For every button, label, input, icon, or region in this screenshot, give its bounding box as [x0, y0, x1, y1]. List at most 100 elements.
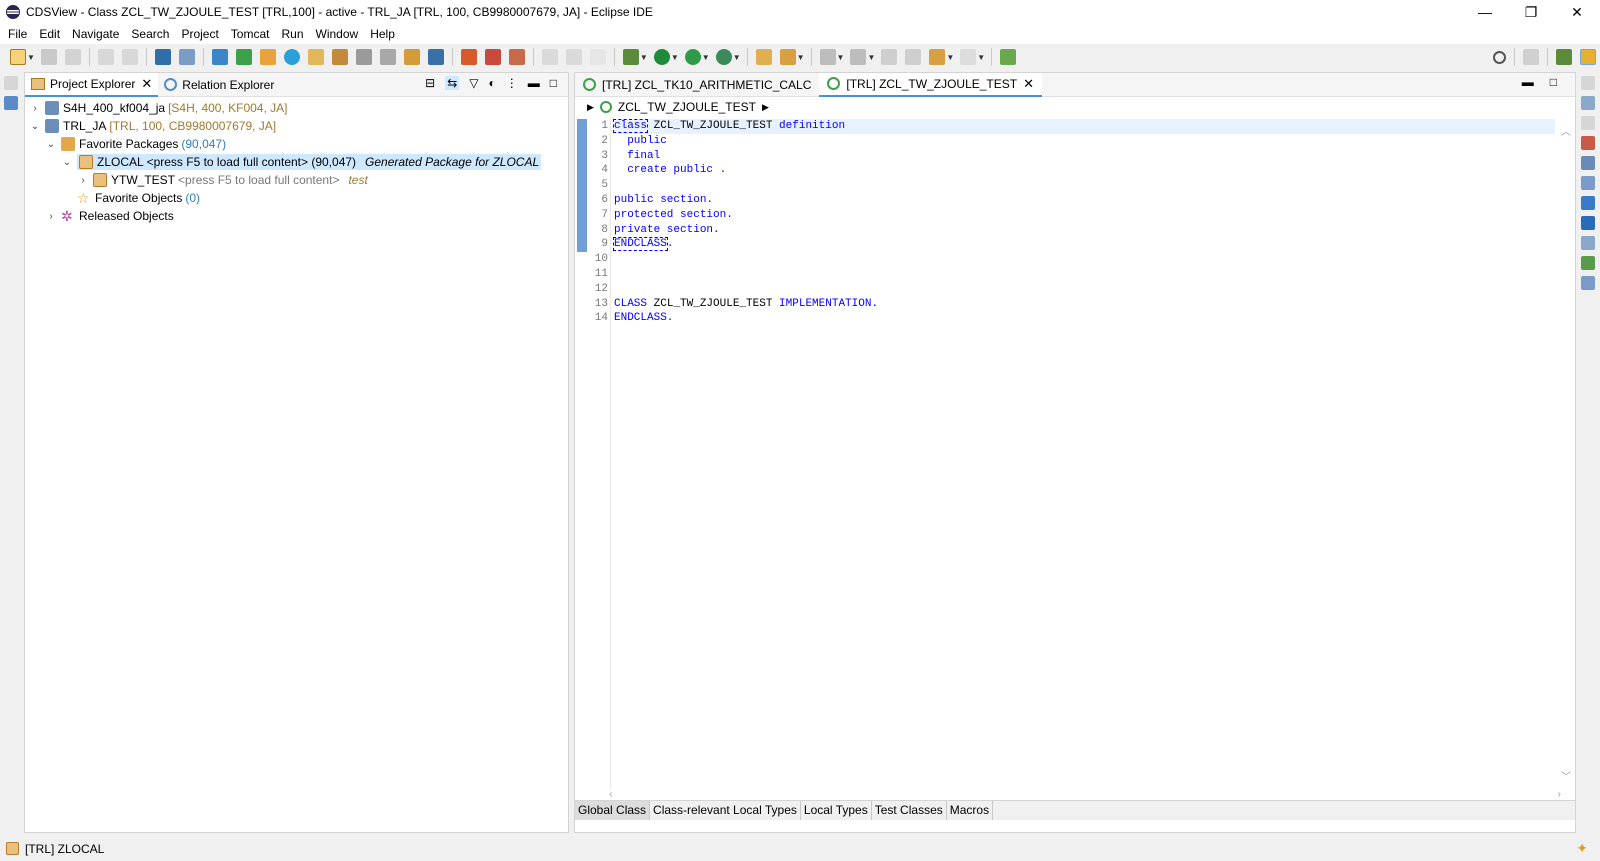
tree-item-released-objects[interactable]: › ✲ Released Objects [25, 207, 568, 225]
tab-zcl-tk10-arithmetic-calc[interactable]: [TRL] ZCL_TK10_ARITHMETIC_CALC [575, 73, 819, 97]
problems-icon[interactable] [1581, 136, 1595, 150]
expand-icon[interactable]: › [29, 103, 41, 114]
tree-item-zlocal[interactable]: ⌄ ZLOCAL <press F5 to load full content>… [25, 153, 568, 171]
collapse-all-icon[interactable]: ⊟ [425, 76, 435, 90]
code-line[interactable]: final [614, 149, 1555, 164]
toggle-icon[interactable]: ◐ [489, 76, 496, 90]
dropdown-arrow-icon[interactable]: ▼ [867, 53, 875, 62]
undo-icon[interactable] [97, 49, 114, 65]
code-line[interactable]: class ZCL_TW_ZJOULE_TEST definition [612, 119, 1555, 134]
save-icon[interactable] [40, 49, 57, 65]
dropdown-arrow-icon[interactable]: ▼ [797, 53, 805, 62]
code-line[interactable]: public section. [614, 193, 1555, 208]
code-area[interactable]: 1 2 3 4 5 6 7 8 9 10 11 12 13 14 class Z… [575, 119, 1555, 789]
tree-item-favorite-objects[interactable]: ☆ Favorite Objects (0) [25, 189, 568, 207]
collapse-icon[interactable]: ⌄ [29, 121, 41, 132]
filter-icon[interactable]: ▽ [469, 76, 478, 90]
unit-test-icon[interactable] [1581, 256, 1595, 270]
open-task-icon[interactable] [779, 49, 796, 65]
dropdown-arrow-icon[interactable]: ▼ [733, 53, 741, 62]
tree-item-ytw-test[interactable]: › YTW_TEST <press F5 to load full conten… [25, 171, 568, 189]
tab-class-relevant-local-types[interactable]: Class-relevant Local Types [650, 801, 801, 820]
new-file-icon[interactable] [10, 49, 26, 65]
vertical-scrollbar[interactable]: ︿ ﹀ [1559, 123, 1573, 783]
tab-project-explorer[interactable]: Project Explorer ✕ [25, 72, 159, 97]
toggle-mark-icon[interactable] [541, 49, 558, 65]
code-line[interactable] [614, 282, 1555, 297]
maximize-view-icon[interactable]: □ [550, 76, 557, 90]
collapse-icon[interactable]: ⌄ [45, 139, 57, 150]
menu-run[interactable]: Run [275, 27, 309, 41]
tasks-icon[interactable] [1581, 276, 1595, 290]
tree-item-s4h[interactable]: › S4H_400_kf004_ja [S4H, 400, KF004, JA] [25, 99, 568, 117]
minimize-editor-icon[interactable]: ▬ [1522, 75, 1534, 89]
breadcrumb-arrow-icon[interactable]: ▶ [587, 102, 594, 113]
next-annotation-icon[interactable] [819, 49, 836, 65]
expand-icon[interactable]: › [77, 175, 89, 186]
tab-local-types[interactable]: Local Types [801, 801, 872, 820]
dropdown-arrow-icon[interactable]: ▼ [837, 53, 845, 62]
breadcrumb-arrow-icon[interactable]: ▶ [762, 102, 769, 113]
run-abap-icon[interactable] [235, 49, 252, 65]
open-abap-object-icon[interactable] [211, 49, 228, 65]
package-icon[interactable] [403, 49, 420, 65]
menu-help[interactable]: Help [364, 27, 401, 41]
run-icon[interactable] [653, 49, 670, 65]
tomcat-restart-icon[interactable] [508, 49, 525, 65]
tab-global-class[interactable]: Global Class [575, 801, 651, 820]
code-line[interactable]: CLASS ZCL_TW_ZJOULE_TEST IMPLEMENTATION. [614, 297, 1555, 312]
activate-icon[interactable] [307, 49, 324, 65]
dropdown-arrow-icon[interactable]: ▼ [27, 53, 35, 62]
activate-all-icon[interactable] [331, 49, 348, 65]
transport-icon[interactable] [355, 49, 372, 65]
breadcrumb-item[interactable]: ZCL_TW_ZJOULE_TEST [618, 100, 756, 114]
code-line[interactable] [614, 178, 1555, 193]
java-perspective-icon[interactable] [1556, 49, 1572, 65]
restore-view-icon[interactable] [1581, 76, 1595, 90]
connect-icon[interactable] [178, 49, 195, 65]
code-line[interactable]: ENDCLASS. [614, 311, 1555, 326]
code-text[interactable]: class ZCL_TW_ZJOULE_TEST definition publ… [611, 119, 1555, 789]
open-type-icon[interactable] [755, 49, 772, 65]
scroll-up-icon[interactable]: ︿ [1559, 123, 1573, 138]
transport-organizer-icon[interactable] [1581, 236, 1595, 250]
debug-icon[interactable] [622, 49, 639, 65]
dropdown-arrow-icon[interactable]: ▼ [671, 53, 679, 62]
external-tools-icon[interactable] [715, 49, 732, 65]
lightbulb-icon[interactable]: ✦ [1576, 840, 1588, 857]
maximize-editor-icon[interactable]: □ [1550, 75, 1557, 89]
menu-project[interactable]: Project [175, 27, 224, 41]
close-icon[interactable]: ✕ [1023, 76, 1034, 92]
tomcat-stop-icon[interactable] [484, 49, 501, 65]
redo-icon[interactable] [121, 49, 138, 65]
open-perspective-icon[interactable] [1523, 49, 1539, 65]
menu-edit[interactable]: Edit [33, 27, 66, 41]
close-window-button[interactable]: ✕ [1554, 0, 1600, 24]
save-all-icon[interactable] [64, 49, 81, 65]
block-selection-icon[interactable] [565, 49, 582, 65]
code-line[interactable]: private section. [614, 223, 1555, 238]
tree-item-favorite-packages[interactable]: ⌄ Favorite Packages (90,047) [25, 135, 568, 153]
menu-window[interactable]: Window [310, 27, 365, 41]
tree-item-trl-ja[interactable]: ⌄ TRL_JA [TRL, 100, CB9980007679, JA] [25, 117, 568, 135]
abap-doc-icon[interactable] [1581, 196, 1595, 210]
menu-search[interactable]: Search [125, 27, 175, 41]
menu-file[interactable]: File [2, 27, 33, 41]
link-with-editor-icon[interactable]: ⇆ [445, 76, 460, 90]
code-line[interactable]: ENDCLASS. [613, 237, 1555, 252]
expand-icon[interactable]: › [45, 211, 57, 222]
back-icon[interactable] [929, 49, 946, 65]
menu-navigate[interactable]: Navigate [66, 27, 125, 41]
abap-perspective-icon[interactable] [1580, 49, 1596, 65]
outline-icon[interactable] [1581, 156, 1595, 170]
tab-macros[interactable]: Macros [947, 801, 994, 820]
close-icon[interactable]: ✕ [141, 76, 152, 92]
tab-zcl-tw-zjoule-test[interactable]: [TRL] ZCL_TW_ZJOULE_TEST ✕ [819, 72, 1042, 97]
dropdown-arrow-icon[interactable]: ▼ [640, 53, 648, 62]
tab-test-classes[interactable]: Test Classes [872, 801, 947, 820]
code-line[interactable]: protected section. [614, 208, 1555, 223]
minimize-view-icon[interactable]: ▬ [528, 76, 540, 90]
console-icon[interactable] [154, 49, 171, 65]
view-menu-icon[interactable]: ⋮ [506, 76, 518, 90]
properties-icon[interactable] [1581, 96, 1595, 110]
